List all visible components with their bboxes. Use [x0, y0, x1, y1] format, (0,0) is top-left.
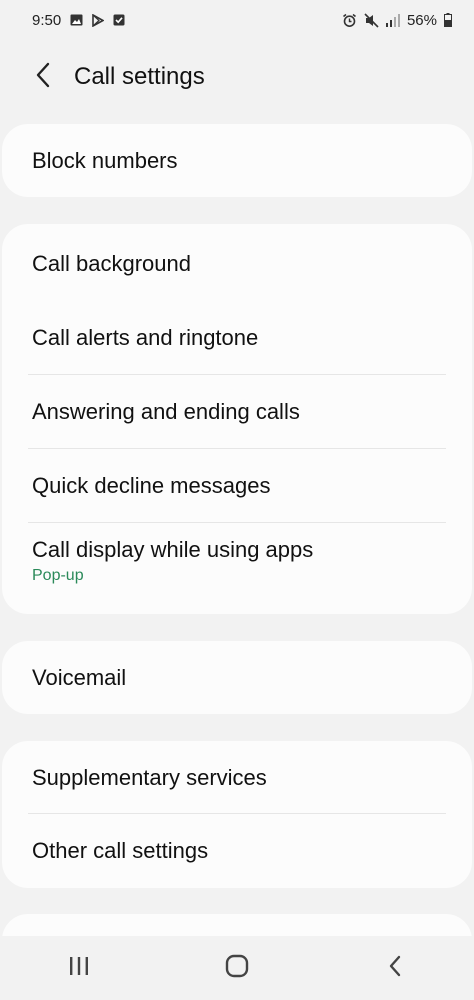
row-label: Call display while using apps	[32, 536, 314, 562]
answering-ending-calls-item[interactable]: Answering and ending calls	[2, 375, 472, 449]
supplementary-services-item[interactable]: Supplementary services	[2, 741, 472, 814]
row-label: Call alerts and ringtone	[32, 325, 259, 350]
status-left: 9:50	[32, 12, 125, 29]
quick-decline-messages-item[interactable]: Quick decline messages	[2, 449, 472, 523]
row-label: Call background	[32, 250, 191, 276]
battery-icon	[444, 13, 452, 27]
header: Call settings	[0, 52, 474, 102]
status-right: 56%	[342, 12, 452, 29]
back-button[interactable]	[28, 57, 58, 97]
home-icon	[225, 954, 249, 983]
row-label: Answering and ending calls	[32, 399, 300, 424]
home-button[interactable]	[207, 943, 267, 993]
row-label: Quick decline messages	[32, 473, 271, 498]
status-time: 9:50	[32, 11, 62, 29]
checkbox-icon	[113, 14, 125, 26]
navigation-bar	[0, 936, 474, 1000]
signal-icon	[385, 13, 400, 27]
row-label: Supplementary services	[32, 764, 267, 790]
play-store-icon	[92, 13, 105, 27]
image-icon	[70, 14, 83, 26]
call-background-item[interactable]: Call background	[2, 224, 472, 301]
settings-group-3: Voicemail	[2, 641, 472, 714]
row-label: Block numbers	[32, 147, 178, 173]
page-title: Call settings	[74, 63, 205, 90]
back-icon	[388, 955, 402, 982]
recent-apps-icon	[68, 956, 90, 981]
row-label: Voicemail	[32, 664, 127, 690]
settings-group-1: Block numbers	[2, 124, 472, 197]
nav-back-button[interactable]	[365, 943, 425, 993]
voicemail-item[interactable]: Voicemail	[2, 641, 472, 714]
alarm-icon	[342, 13, 357, 28]
other-call-settings-item[interactable]: Other call settings	[2, 814, 472, 888]
battery-percent: 56%	[406, 11, 437, 29]
back-arrow-icon	[35, 62, 51, 93]
row-sublabel: Pop-up	[32, 566, 84, 584]
settings-group-4: Supplementary services Other call settin…	[2, 741, 472, 888]
status-bar: 9:50 56%	[0, 0, 474, 40]
mute-icon	[364, 12, 379, 28]
recent-apps-button[interactable]	[49, 943, 109, 993]
call-alerts-ringtone-item[interactable]: Call alerts and ringtone	[2, 301, 472, 375]
row-label: Other call settings	[32, 838, 209, 863]
call-display-apps-item[interactable]: Call display while using apps Pop-up	[2, 523, 472, 614]
settings-group-2: Call background Call alerts and ringtone…	[2, 224, 472, 614]
block-numbers-item[interactable]: Block numbers	[2, 124, 472, 197]
